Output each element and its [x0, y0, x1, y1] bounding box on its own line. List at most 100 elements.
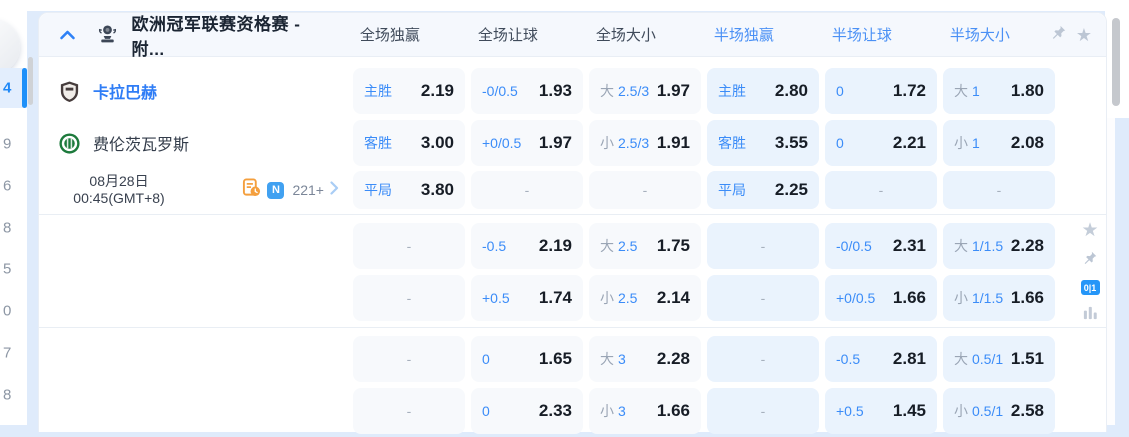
odds-cell[interactable]: -0.52.81	[825, 336, 937, 382]
home-team-row: 卡拉巴赫 主胜2.19 -0/0.5 1.93 大2.5/31.97主胜2.8001.…	[39, 65, 1106, 117]
bet-line-label: 1	[972, 135, 980, 151]
league-rail-item[interactable]: 0	[0, 300, 27, 322]
odds-cell[interactable]: +0.51.74	[471, 275, 583, 321]
bet-line-label: 平局	[718, 180, 746, 200]
home-team-logo	[58, 80, 81, 103]
odds-cell[interactable]: 大2.51.75	[589, 223, 701, 269]
no-odds-dash: -	[761, 403, 766, 419]
odds-cell[interactable]: 小12.08	[943, 120, 1055, 166]
odds-value: 2.19	[421, 81, 454, 101]
odds-value: 2.08	[1011, 133, 1044, 153]
odds-cell[interactable]: 02.21	[825, 120, 937, 166]
odds-value: 2.80	[775, 81, 808, 101]
odds-value: 2.31	[893, 236, 926, 256]
no-odds-dash: -	[879, 182, 884, 198]
odds-cell[interactable]: 02.33	[471, 388, 583, 434]
match-meta-row: 08月28日 00:45(GMT+8) N 221+	[39, 169, 1106, 211]
league-rail-item[interactable]: 4	[0, 68, 27, 108]
odds-cell-empty: -	[707, 388, 819, 434]
bet-line-label: 2.5	[618, 290, 637, 306]
odds-cell[interactable]: -0.52.19	[471, 223, 583, 269]
bet-line-label: 0	[482, 403, 490, 419]
league-rail-item[interactable]: 7	[0, 342, 27, 364]
odds-column-headers: 全场独赢全场让球全场大小半场独赢半场让球半场大小	[334, 24, 1042, 45]
odds-value: 1.65	[539, 349, 572, 369]
bar-chart-icon[interactable]	[1082, 304, 1099, 326]
odds-cell[interactable]: +0/0.51.97	[471, 120, 583, 166]
odds-cell-empty: -	[589, 171, 701, 209]
bet-line-label: +0.5	[836, 403, 864, 419]
league-rail-label: 8	[3, 387, 11, 404]
odds-value: 1.97	[657, 81, 690, 101]
bet-line-label: -0.5	[482, 238, 506, 254]
page-scrollbar-thumb[interactable]	[1112, 18, 1120, 106]
odds-cell[interactable]: -0/0.5 1.93	[471, 68, 583, 114]
league-rail-item[interactable]: 5	[0, 258, 27, 280]
column-header-2: 全场大小	[570, 24, 682, 45]
bet-line-label: +0/0.5	[482, 135, 521, 151]
odds-cell[interactable]: 小2.52.14	[589, 275, 701, 321]
odds-cell[interactable]: 小2.5/31.91	[589, 120, 701, 166]
odds-cell[interactable]: 大1/1.52.28	[943, 223, 1055, 269]
league-rail-label: 4	[3, 80, 11, 97]
odds-cell[interactable]: 大0.5/11.51	[943, 336, 1055, 382]
odds-value: 3.00	[421, 133, 454, 153]
odds-cell[interactable]: 小1/1.51.66	[943, 275, 1055, 321]
league-title[interactable]: 欧洲冠军联赛资格赛 - 附...	[131, 10, 333, 60]
home-team-name[interactable]: 卡拉巴赫	[93, 79, 157, 103]
league-header: 欧洲冠军联赛资格赛 - 附... 全场独赢全场让球全场大小半场独赢半场让球半场大…	[39, 13, 1106, 57]
odds-cell[interactable]: 大2.5/31.97	[589, 68, 701, 114]
odds-value: 3.80	[421, 180, 454, 200]
section-divider	[39, 214, 1106, 215]
odds-cell[interactable]: 小31.66	[589, 388, 701, 434]
odds-cell[interactable]: 平局 2.25	[707, 171, 819, 209]
odds-cell[interactable]: 客胜3.00	[353, 120, 465, 166]
odds-cell[interactable]: 01.65	[471, 336, 583, 382]
league-rail-label: 6	[3, 178, 11, 195]
odds-cell[interactable]: 01.72	[825, 68, 937, 114]
no-odds-dash: -	[761, 238, 766, 254]
away-team-name[interactable]: 费伦茨瓦罗斯	[93, 131, 189, 155]
odds-cell[interactable]: +0/0.51.66	[825, 275, 937, 321]
binary-odds-toggle[interactable]: 0|1	[1081, 280, 1100, 295]
left-scrollbar-thumb[interactable]	[28, 57, 33, 105]
league-rail-item[interactable]: 6	[0, 175, 27, 197]
pin-league-icon[interactable]	[1050, 24, 1067, 46]
pin-match-icon[interactable]	[1082, 250, 1098, 271]
odds-cell[interactable]: 平局3.80	[353, 171, 465, 209]
odds-cell[interactable]: 大11.80	[943, 68, 1055, 114]
collapse-chevron-up-icon[interactable]	[57, 29, 78, 41]
league-rail-item[interactable]: 8	[0, 217, 27, 239]
no-odds-dash: -	[525, 182, 530, 198]
odds-value: 2.81	[893, 349, 926, 369]
odds-cell[interactable]: -0/0.52.31	[825, 223, 937, 269]
league-rail-item[interactable]: 9	[0, 133, 27, 155]
extra-line-row: -01.65大32.28--0.52.81大0.5/11.51	[39, 333, 1106, 385]
column-header-3: 半场独赢	[688, 24, 800, 45]
expand-markets-chevron-right-icon[interactable]	[330, 181, 339, 200]
selected-indicator-bar	[22, 68, 27, 108]
no-odds-dash: -	[761, 290, 766, 306]
odds-cell[interactable]: 小0.5/12.58	[943, 388, 1055, 434]
ou-prefix: 大	[600, 81, 614, 101]
favorite-star-icon[interactable]: ★	[1081, 221, 1098, 241]
league-rail-label: 5	[3, 261, 11, 278]
odds-cell[interactable]: 大32.28	[589, 336, 701, 382]
league-rail-item[interactable]: 8	[0, 384, 27, 406]
ou-prefix: 小	[600, 401, 614, 421]
odds-cell[interactable]: 主胜2.80	[707, 68, 819, 114]
news-badge-icon[interactable]: N	[267, 182, 284, 199]
match-stats-icon[interactable]	[242, 178, 261, 202]
odds-cell-empty: -	[707, 223, 819, 269]
favorite-league-star-icon[interactable]: ★	[1076, 26, 1092, 44]
bet-line-label: -0/0.5	[482, 83, 518, 99]
odds-cell[interactable]: 客胜3.55	[707, 120, 819, 166]
odds-value: 1.93	[539, 81, 572, 101]
odds-value: 2.25	[775, 180, 808, 200]
more-markets-count[interactable]: 221+	[292, 182, 324, 198]
odds-value: 1.66	[893, 288, 926, 308]
floating-toggle-button[interactable]	[0, 20, 20, 74]
ou-prefix: 小	[954, 401, 968, 421]
odds-cell[interactable]: +0.51.45	[825, 388, 937, 434]
odds-cell[interactable]: 主胜2.19	[353, 68, 465, 114]
